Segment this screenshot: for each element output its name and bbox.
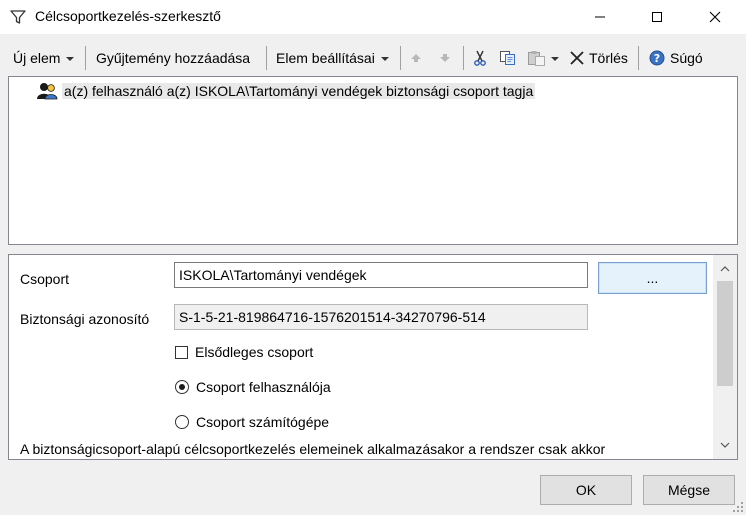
add-collection-button[interactable]: Gyűjtemény hozzáadása bbox=[96, 42, 250, 74]
toolbar: Új elem Gyűjtemény hozzáadása Elem beáll… bbox=[0, 42, 746, 74]
help-icon: ? bbox=[649, 50, 665, 66]
radio-button[interactable] bbox=[175, 415, 189, 429]
scissors-icon bbox=[474, 50, 486, 66]
group-field-value: ISKOLA\Tartományi vendégek bbox=[179, 267, 367, 283]
filter-icon bbox=[10, 9, 26, 25]
browse-label: ... bbox=[646, 270, 659, 286]
primary-group-label: Elsődleges csoport bbox=[195, 344, 314, 360]
scrollbar-thumb[interactable] bbox=[717, 281, 733, 386]
radio-group-user[interactable]: Csoport felhasználója bbox=[175, 379, 331, 395]
paste-icon bbox=[528, 51, 545, 66]
description-text: A biztonságicsoport-alapú célcsoportkeze… bbox=[20, 441, 606, 457]
paste-button[interactable] bbox=[527, 42, 559, 74]
cut-button[interactable] bbox=[472, 42, 488, 74]
move-up-button[interactable] bbox=[409, 42, 423, 74]
copy-icon bbox=[500, 51, 515, 65]
item-options-label: Elem beállításai bbox=[276, 50, 375, 66]
radio-button-selected[interactable] bbox=[175, 380, 189, 394]
user-option-label: Csoport felhasználója bbox=[196, 379, 331, 395]
sid-label: Biztonsági azonosító bbox=[20, 311, 150, 327]
toolbar-separator bbox=[463, 46, 464, 70]
targeting-items-list[interactable]: a(z) felhasználó a(z) ISKOLA\Tartományi … bbox=[8, 76, 738, 245]
delete-button[interactable]: Törlés bbox=[569, 42, 628, 74]
chevron-down-icon bbox=[380, 57, 389, 61]
computer-option-label: Csoport számítógépe bbox=[196, 414, 330, 430]
checkbox-box[interactable] bbox=[175, 345, 188, 359]
radio-group-computer[interactable]: Csoport számítógépe bbox=[175, 414, 329, 430]
delete-label: Törlés bbox=[589, 50, 628, 66]
chevron-down-icon bbox=[720, 442, 730, 448]
ok-label: OK bbox=[575, 482, 597, 498]
minimize-button[interactable] bbox=[577, 0, 623, 34]
toolbar-separator bbox=[400, 46, 401, 70]
item-properties-panel: Csoport ISKOLA\Tartományi vendégek ... B… bbox=[8, 254, 738, 460]
ok-button[interactable]: OK bbox=[540, 475, 632, 505]
toolbar-separator bbox=[266, 46, 267, 70]
resize-grip-icon[interactable] bbox=[730, 499, 744, 513]
copy-button[interactable] bbox=[499, 42, 517, 74]
toolbar-separator bbox=[85, 46, 86, 70]
group-field[interactable]: ISKOLA\Tartományi vendégek bbox=[174, 262, 588, 288]
list-item-label: a(z) felhasználó a(z) ISKOLA\Tartományi … bbox=[62, 83, 536, 99]
chevron-down-icon bbox=[66, 57, 75, 61]
item-options-menu[interactable]: Elem beállításai bbox=[276, 42, 389, 74]
minimize-icon bbox=[595, 16, 605, 18]
scroll-down-button[interactable] bbox=[713, 435, 737, 455]
scroll-up-button[interactable] bbox=[713, 259, 737, 279]
vertical-scrollbar[interactable] bbox=[713, 255, 737, 459]
browse-group-button[interactable]: ... bbox=[598, 262, 707, 294]
chevron-down-icon bbox=[551, 57, 559, 61]
delete-x-icon bbox=[570, 51, 584, 65]
svg-text:?: ? bbox=[654, 52, 660, 65]
sid-field[interactable]: S-1-5-21-819864716-1576201514-34270796-5… bbox=[174, 304, 588, 330]
maximize-icon bbox=[652, 12, 662, 22]
help-label: Súgó bbox=[670, 50, 703, 66]
cancel-label: Mégse bbox=[667, 482, 711, 498]
users-group-icon bbox=[37, 83, 58, 100]
move-down-button[interactable] bbox=[438, 42, 452, 74]
arrow-down-icon bbox=[440, 54, 450, 62]
window-title: Célcsoportkezelés-szerkesztő bbox=[35, 8, 221, 24]
help-button[interactable]: ? Súgó bbox=[649, 42, 703, 74]
list-item[interactable]: a(z) felhasználó a(z) ISKOLA\Tartományi … bbox=[36, 81, 536, 101]
new-item-label: Új elem bbox=[13, 50, 61, 66]
primary-group-checkbox[interactable]: Elsődleges csoport bbox=[175, 344, 313, 360]
close-button[interactable] bbox=[692, 0, 738, 34]
close-icon bbox=[709, 11, 721, 23]
sid-field-value: S-1-5-21-819864716-1576201514-34270796-5… bbox=[179, 309, 486, 325]
add-collection-label: Gyűjtemény hozzáadása bbox=[96, 50, 251, 66]
arrow-up-icon bbox=[411, 54, 421, 62]
group-label: Csoport bbox=[20, 271, 70, 287]
panel-splitter[interactable] bbox=[8, 245, 738, 254]
toolbar-separator bbox=[638, 46, 639, 70]
new-item-menu[interactable]: Új elem bbox=[13, 42, 75, 74]
title-bar: Célcsoportkezelés-szerkesztő bbox=[0, 0, 746, 34]
maximize-button[interactable] bbox=[634, 0, 680, 34]
cancel-button[interactable]: Mégse bbox=[643, 475, 735, 505]
chevron-up-icon bbox=[720, 266, 730, 272]
